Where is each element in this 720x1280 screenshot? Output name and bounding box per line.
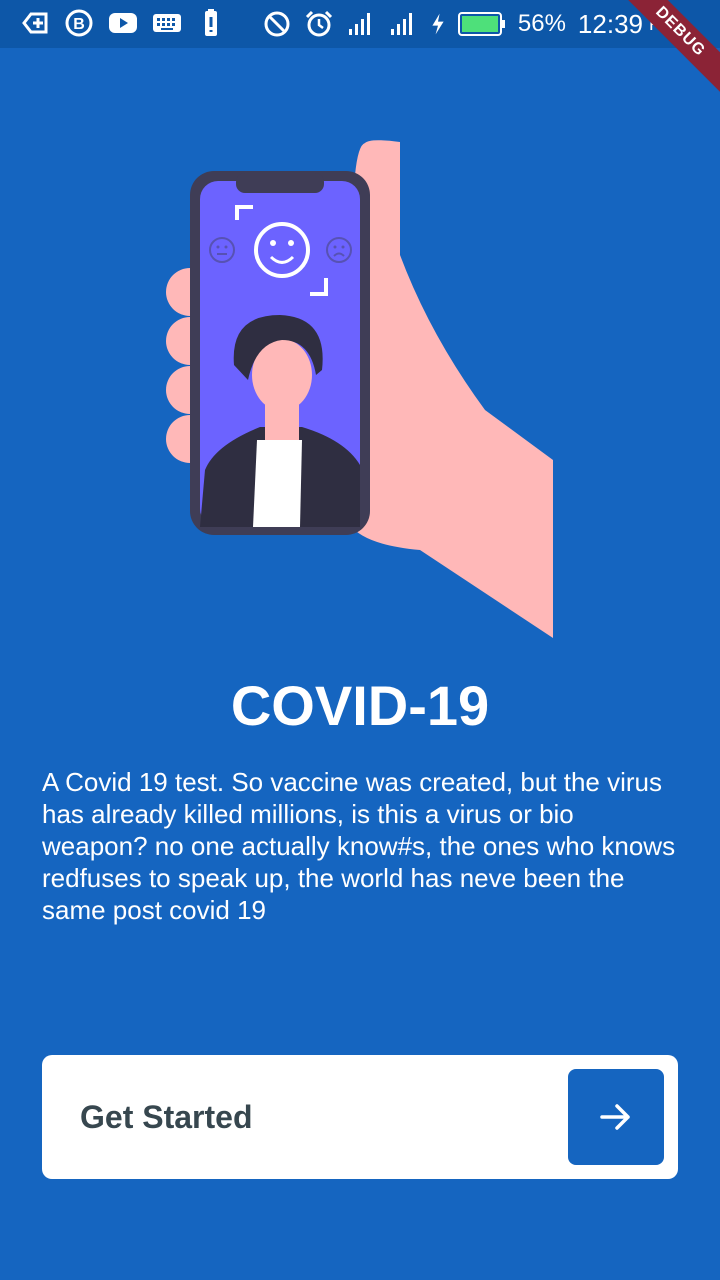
svg-text:B: B [73,16,85,33]
status-right-icons: 56% 12:39 PM [262,8,676,40]
signal-icon [348,13,370,35]
youtube-icon [109,13,137,33]
battery-percent: 56% [517,10,566,37]
battery-alert-icon [205,9,217,36]
charging-icon [432,13,444,35]
arrow-right-icon [600,1104,630,1130]
face-scan-phone-illustration [166,140,553,638]
page-title: COVID-19 [230,674,490,737]
signal-icon [390,13,412,35]
get-started-button[interactable]: Get Started [42,1055,678,1179]
alarm-icon [305,10,332,37]
add-box-icon [22,12,48,34]
description-text: A Covid 19 test. So vaccine was created,… [42,767,676,925]
keyboard-icon [153,14,181,32]
status-left-icons: B [20,8,226,38]
status-bar: B 56% 12:39 [0,0,720,48]
do-not-disturb-icon [264,11,290,37]
get-started-label: Get Started [80,1099,253,1135]
business-b-icon: B [65,9,93,37]
next-arrow-button[interactable] [568,1069,664,1165]
clock-time: 12:39 [577,9,643,39]
battery-icon [457,12,505,36]
